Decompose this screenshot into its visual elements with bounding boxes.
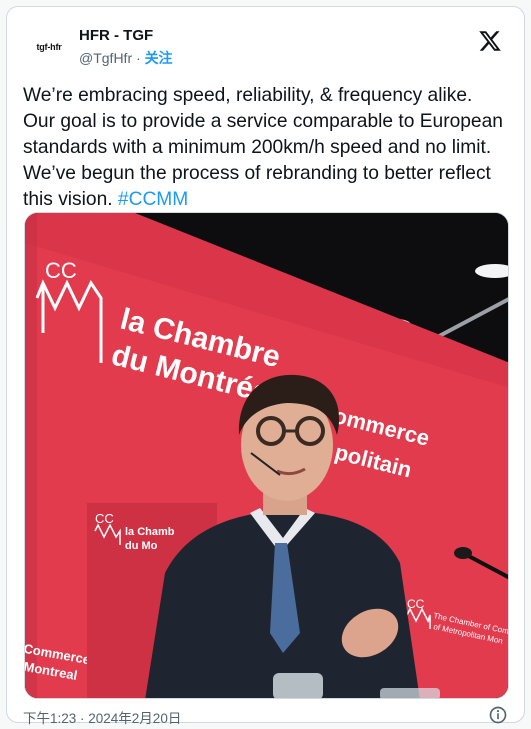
podium-text-1: la Chamb (125, 526, 175, 538)
backdrop-logo-text: CC (45, 258, 77, 283)
tweet-header: tgf-hfr HFR - TGF @TgfHfr · 关注 (23, 21, 510, 69)
tweet-body: We’re embracing speed, reliability, & fr… (23, 85, 503, 210)
follow-button[interactable]: 关注 (145, 50, 173, 66)
x-logo-icon[interactable] (478, 29, 502, 53)
author-handle[interactable]: @TgfHfr (79, 50, 132, 66)
glass-1 (273, 673, 323, 698)
avatar[interactable]: tgf-hfr (27, 25, 71, 69)
photo-illustration: CC la Chambre du Montréa ommerce politai… (25, 213, 508, 698)
podium-text-2: du Mo (125, 540, 158, 552)
avatar-text: tgf-hfr (36, 42, 62, 52)
hashtag-link[interactable]: #CCMM (118, 189, 188, 210)
tweet-card[interactable]: tgf-hfr HFR - TGF @TgfHfr · 关注 We’re emb… (6, 6, 525, 726)
timestamp[interactable]: 下午1:23 · 2024年2月20日 (23, 707, 181, 727)
tweet-photo[interactable]: CC la Chambre du Montréa ommerce politai… (24, 212, 509, 699)
meta-separator: · (132, 50, 145, 66)
author-meta: @TgfHfr · 关注 (79, 48, 173, 68)
glass-2 (380, 688, 440, 698)
microphone-head (454, 547, 472, 559)
info-icon[interactable] (488, 705, 508, 725)
author-name[interactable]: HFR - TGF (79, 27, 153, 44)
tweet-text: We’re embracing speed, reliability, & fr… (23, 83, 503, 213)
